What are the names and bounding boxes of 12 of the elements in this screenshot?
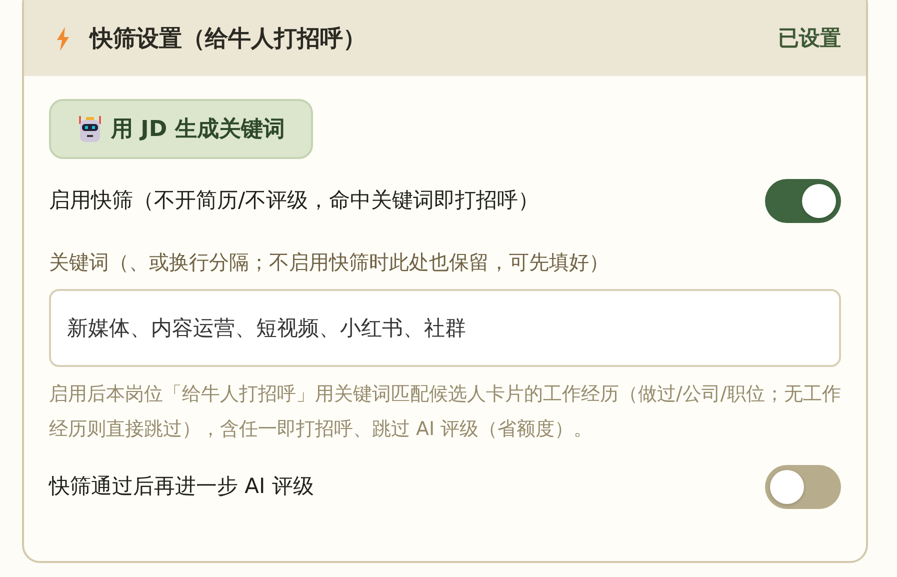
generate-keywords-button[interactable]: 用 JD 生成关键词	[49, 99, 313, 159]
keywords-field[interactable]: 新媒体、内容运营、短视频、小红书、社群	[49, 289, 841, 367]
toggle-label: 启用快筛（不开简历/不评级，命中关键词即打招呼）	[49, 187, 540, 214]
toggle-switch[interactable]	[765, 465, 841, 509]
toggle-label: 快筛通过后再进一步 AI 评级	[49, 473, 314, 500]
status-label: 已设置	[778, 25, 841, 52]
lightning-icon	[56, 27, 70, 51]
toggle-switch[interactable]	[765, 179, 841, 223]
field-label: 关键词（、或换行分隔；不启用快筛时此处也保留，可先填好）	[49, 249, 610, 276]
hint-text: 启用后本岗位「给牛人打招呼」用关键词匹配候选人卡片的工作经历（做过/公司/职位；无工作经历则直接跳过），含任一即打招呼、跳过 AI 评级（省额度）。	[49, 382, 841, 442]
robot-icon	[77, 114, 103, 144]
panel-title: 快筛设置（给牛人打招呼）	[90, 24, 366, 54]
